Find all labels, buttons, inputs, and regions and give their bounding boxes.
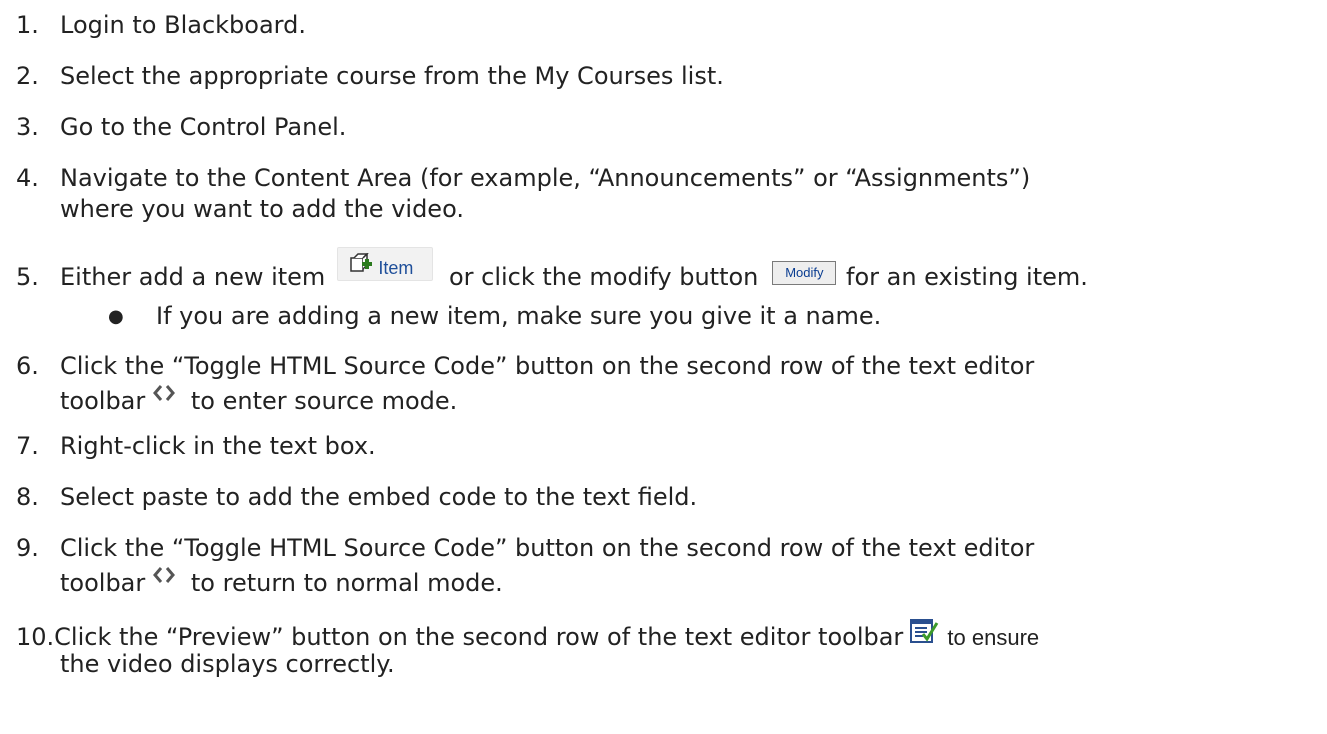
step-text: Select the appropriate course from the M…: [60, 62, 724, 90]
step-text: Click the “Toggle HTML Source Code” butt…: [60, 534, 1035, 562]
step-6: 6. Click the “Toggle HTML Source Code” bu…: [16, 350, 1321, 382]
step-8: 8. Select paste to add the embed code to …: [16, 481, 1321, 513]
toggle-html-source-icon: [153, 567, 176, 583]
step-text-after: to return to normal mode.: [183, 569, 503, 597]
step-number: 5.: [16, 263, 39, 291]
step-text: Login to Blackboard.: [60, 11, 306, 39]
step-5: 5. Either add a new item Item or click the…: [16, 247, 1321, 293]
step-number: 4.: [16, 164, 39, 192]
step-text-after: for an existing item.: [838, 263, 1088, 291]
step-7: 7. Right-click in the text box.: [16, 430, 1321, 462]
step-number: 9.: [16, 534, 39, 562]
step-3: 3. Go to the Control Panel.: [16, 111, 1321, 143]
preview-icon: [910, 619, 939, 643]
step-9: 9. Click the “Toggle HTML Source Code” bu…: [16, 532, 1321, 564]
step-text: toolbar: [60, 569, 146, 597]
step-text: Either add a new item: [60, 263, 326, 291]
step-10-continuation: the video displays correctly.: [60, 650, 395, 678]
toggle-html-source-icon: [153, 385, 176, 401]
step-text: Go to the Control Panel.: [60, 113, 347, 141]
step-text: Select paste to add the embed code to th…: [60, 483, 698, 511]
step-number: 3.: [16, 113, 39, 141]
step-text: Click the “Preview” button on the second…: [54, 623, 904, 651]
step-number: 8.: [16, 483, 39, 511]
step-9-continuation: toolbar to return to normal mode.: [60, 563, 503, 599]
item-button-label: Item: [378, 258, 414, 278]
bullet-icon: ●: [108, 306, 124, 327]
step-1: 1. Login to Blackboard.: [16, 9, 1321, 41]
step-number: 6.: [16, 352, 39, 380]
step-4-continuation: where you want to add the video.: [60, 195, 464, 223]
step-5-bullet: ● If you are adding a new item, make sure…: [108, 300, 881, 333]
step-number: 1.: [16, 11, 39, 39]
instructions-page: 1. Login to Blackboard. 2. Select the appr…: [0, 0, 1327, 734]
step-text-middle: or click the modify button: [441, 263, 759, 291]
step-number: 10.: [16, 623, 55, 651]
step-text: Navigate to the Content Area (for exampl…: [60, 164, 1031, 192]
step-text-after: to enter source mode.: [183, 387, 458, 415]
modify-button-image: Modify: [772, 261, 837, 285]
step-number: 7.: [16, 432, 39, 460]
step-2: 2. Select the appropriate course from the…: [16, 60, 1321, 92]
bullet-text: If you are adding a new item, make sure …: [156, 302, 882, 330]
step-text: toolbar: [60, 387, 146, 415]
step-4: 4. Navigate to the Content Area (for exam…: [16, 162, 1321, 194]
step-number: 2.: [16, 62, 39, 90]
step-text: Click the “Toggle HTML Source Code” butt…: [60, 352, 1035, 380]
step-text: Right-click in the text box.: [60, 432, 376, 460]
step-text-after: to ensure: [941, 625, 1040, 650]
step-6-continuation: toolbar to enter source mode.: [60, 381, 457, 417]
item-button-image: Item: [337, 247, 434, 281]
add-item-icon: [350, 253, 373, 272]
